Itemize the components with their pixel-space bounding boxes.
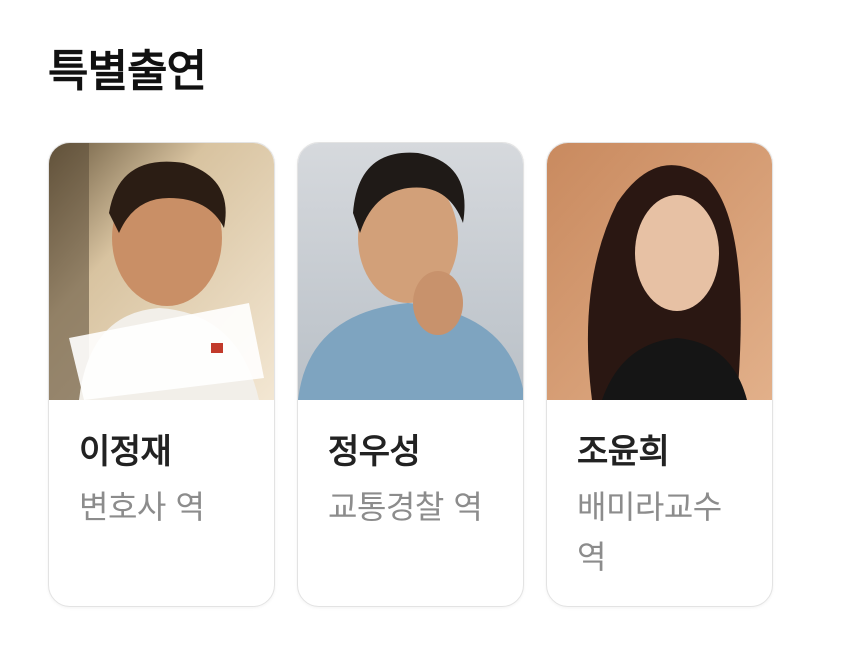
- cast-name: 정우성: [328, 432, 421, 472]
- cast-card-1[interactable]: 이정재 변호사 역: [48, 142, 275, 607]
- actor-photo-2: [298, 143, 523, 400]
- cast-name: 이정재: [79, 432, 172, 472]
- actor-photo-1: [49, 143, 274, 400]
- cast-list: 이정재 변호사 역 정우성 교통경찰 역 조윤희 배미라교수 역: [48, 142, 773, 607]
- cast-info: 이정재 변호사 역: [49, 400, 274, 532]
- actor-photo-3: [547, 143, 772, 400]
- section-title: 특별출연: [48, 46, 207, 97]
- cast-card-3[interactable]: 조윤희 배미라교수 역: [546, 142, 773, 607]
- cast-info: 조윤희 배미라교수 역: [547, 400, 772, 582]
- cast-card-2[interactable]: 정우성 교통경찰 역: [297, 142, 524, 607]
- cast-role: 변호사 역: [79, 488, 205, 526]
- cast-name: 조윤희: [577, 432, 670, 472]
- cast-role: 배미라교수 역: [577, 488, 722, 576]
- cast-role: 교통경찰 역: [328, 488, 483, 526]
- cast-info: 정우성 교통경찰 역: [298, 400, 523, 532]
